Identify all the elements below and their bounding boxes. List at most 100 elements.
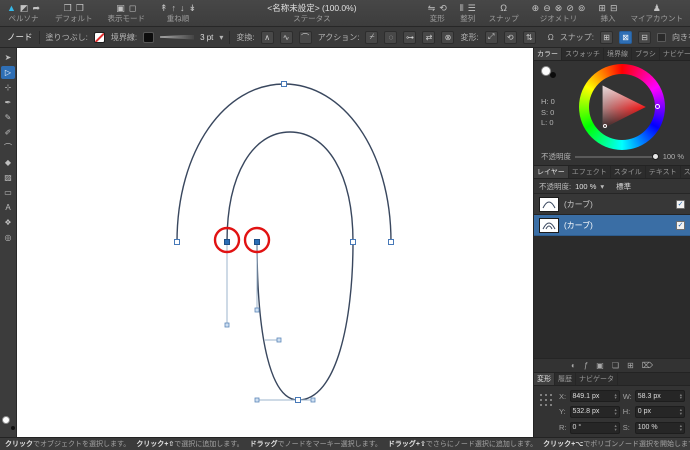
rotate-mode-button[interactable]: ⟲ [504, 31, 517, 44]
convert-sharp-button[interactable]: ∧ [261, 31, 274, 44]
blend-mode-dropdown[interactable]: 標準 [616, 181, 631, 192]
view-tool[interactable]: ❖ [1, 216, 15, 229]
stroke-well[interactable] [11, 426, 15, 430]
stroke-color-circle[interactable] [550, 72, 556, 78]
tab-stroke-panel[interactable]: ストローク [681, 166, 690, 178]
move-tool[interactable]: ➤ [1, 51, 15, 64]
tab-navigator[interactable]: ナビゲータ [660, 48, 690, 60]
vector-view-icon[interactable]: ▣ [116, 3, 125, 13]
boolean-combine-icon[interactable]: ⊚ [578, 3, 586, 13]
transform-mode-button[interactable]: ⤢ [485, 31, 498, 44]
corner-tool[interactable]: ⌒ [1, 141, 15, 154]
snap-option-3-button[interactable]: ⊟ [638, 31, 651, 44]
point-transform-tool[interactable]: ⊹ [1, 81, 15, 94]
layers-opacity-caret-icon[interactable]: ▾ [600, 182, 604, 191]
layers-empty-area[interactable] [534, 236, 690, 358]
fill-tool[interactable]: ◆ [1, 156, 15, 169]
fill-color-circle[interactable] [541, 66, 551, 76]
layers-opacity-value[interactable]: 100 % [575, 182, 596, 191]
action-close-curve-button[interactable]: ◌ [384, 31, 397, 44]
tab-swatches[interactable]: スウォッチ [562, 48, 604, 60]
snap-magnet-icon[interactable]: Ω [548, 33, 554, 42]
color-wells[interactable] [2, 416, 15, 430]
document-canvas[interactable] [17, 48, 533, 437]
account-icon[interactable]: ♟ [653, 3, 661, 13]
align-horizontal-icon[interactable]: ⫴ [460, 3, 464, 13]
tab-effects[interactable]: エフェクト [569, 166, 611, 178]
transparency-tool[interactable]: ▨ [1, 171, 15, 184]
snap-option-1-button[interactable]: ⊞ [600, 31, 613, 44]
tab-color[interactable]: カラー [534, 48, 562, 60]
convert-smart-button[interactable]: ⌒ [299, 31, 312, 44]
fill-well[interactable] [2, 416, 10, 424]
stepper-icon[interactable]: ▴▾ [614, 424, 616, 431]
fill-stroke-selector[interactable] [541, 66, 565, 84]
stroke-width-value[interactable]: 3 pt [200, 33, 213, 42]
tab-navigator-bottom[interactable]: ナビゲータ [576, 373, 618, 385]
action-join-curves-button[interactable]: ⊶ [403, 31, 416, 44]
outline-view-icon[interactable]: ◻ [129, 3, 136, 13]
designer-persona-icon[interactable]: ▲ [7, 3, 16, 13]
boolean-divide-icon[interactable]: ⊘ [566, 3, 574, 13]
anchor-point-selector[interactable] [539, 393, 553, 407]
action-reverse-curves-button[interactable]: ⇄ [422, 31, 435, 44]
insert-behind-icon[interactable]: ⊟ [610, 3, 618, 13]
tab-styles[interactable]: スタイル [611, 166, 646, 178]
shade-selector-dot[interactable] [603, 124, 607, 128]
delete-layer-icon[interactable]: ⌦ [642, 360, 653, 372]
group-layers-icon[interactable]: ❏ [612, 360, 619, 372]
convert-smooth-button[interactable]: ∿ [280, 31, 293, 44]
boolean-intersect-icon[interactable]: ⊗ [555, 3, 563, 13]
stroke-swatch[interactable] [143, 32, 154, 43]
bring-forward-icon[interactable]: ↑ [172, 3, 177, 13]
fill-swatch[interactable] [94, 32, 105, 43]
stroke-width-slider[interactable] [160, 35, 194, 40]
width-input[interactable]: 58.3 px▴▾ [635, 390, 685, 402]
mask-layer-icon[interactable]: ▣ [596, 360, 604, 372]
tab-history[interactable]: 履歴 [555, 373, 576, 385]
boolean-subtract-icon[interactable]: ⊖ [543, 3, 551, 13]
shear-input[interactable]: 100 %▴▾ [635, 422, 685, 434]
layer-row-curve-1[interactable]: (カーブ) ✓ [534, 194, 690, 215]
text-tool[interactable]: A [1, 201, 15, 214]
add-layer-icon[interactable]: ⊞ [627, 360, 634, 372]
opacity-slider[interactable] [575, 156, 659, 158]
export-persona-icon[interactable]: ➦ [32, 3, 40, 13]
hue-selector-dot[interactable] [655, 104, 660, 109]
defaults-icon[interactable]: ❒ [64, 3, 72, 13]
defaults-sync-icon[interactable]: ❒ [76, 3, 84, 13]
layer-visibility-checkbox[interactable]: ✓ [676, 200, 685, 209]
shape-tool[interactable]: ▭ [1, 186, 15, 199]
action-break-curve-button[interactable]: ⌿ [365, 31, 378, 44]
align-vertical-icon[interactable]: ☰ [468, 3, 476, 13]
brush-tool[interactable]: ✐ [1, 126, 15, 139]
rotation-input[interactable]: 0 °▴▾ [570, 422, 620, 434]
stepper-icon[interactable]: ▴▾ [680, 393, 682, 400]
stepper-icon[interactable]: ▴▾ [680, 424, 682, 431]
opacity-slider-knob[interactable] [652, 153, 659, 160]
pencil-tool[interactable]: ✎ [1, 111, 15, 124]
action-smooth-curve-button[interactable]: ⊗ [441, 31, 454, 44]
flip-icon[interactable]: ⇋ [428, 3, 436, 13]
tab-stroke[interactable]: 境界線 [604, 48, 632, 60]
stepper-icon[interactable]: ▴▾ [680, 408, 682, 415]
show-orientation-checkbox[interactable] [657, 33, 666, 42]
tab-layers[interactable]: レイヤー [534, 166, 569, 178]
y-input[interactable]: 532.8 px▴▾ [570, 406, 620, 418]
node-tool[interactable]: ▷ [1, 66, 15, 79]
send-backward-icon[interactable]: ↓ [180, 3, 185, 13]
insert-inside-icon[interactable]: ⊞ [598, 3, 606, 13]
tab-text[interactable]: テキスト [646, 166, 681, 178]
x-input[interactable]: 849.1 px▴▾ [570, 390, 620, 402]
layer-effects-icon[interactable]: ƒ [584, 360, 588, 372]
snapping-magnet-icon[interactable]: Ω [500, 3, 507, 13]
send-to-back-icon[interactable]: ↡ [189, 3, 197, 13]
pixel-persona-icon[interactable]: ◩ [20, 3, 29, 13]
layer-visibility-checkbox[interactable]: ✓ [676, 221, 685, 230]
zoom-tool[interactable]: ◎ [1, 231, 15, 244]
height-input[interactable]: 0 px▴▾ [635, 406, 685, 418]
adjustment-icon[interactable]: ◐ [571, 360, 576, 372]
stepper-icon[interactable]: ▴▾ [614, 408, 616, 415]
layer-row-curve-2[interactable]: (カーブ) ✓ [534, 215, 690, 236]
tab-brushes[interactable]: ブラシ [632, 48, 660, 60]
